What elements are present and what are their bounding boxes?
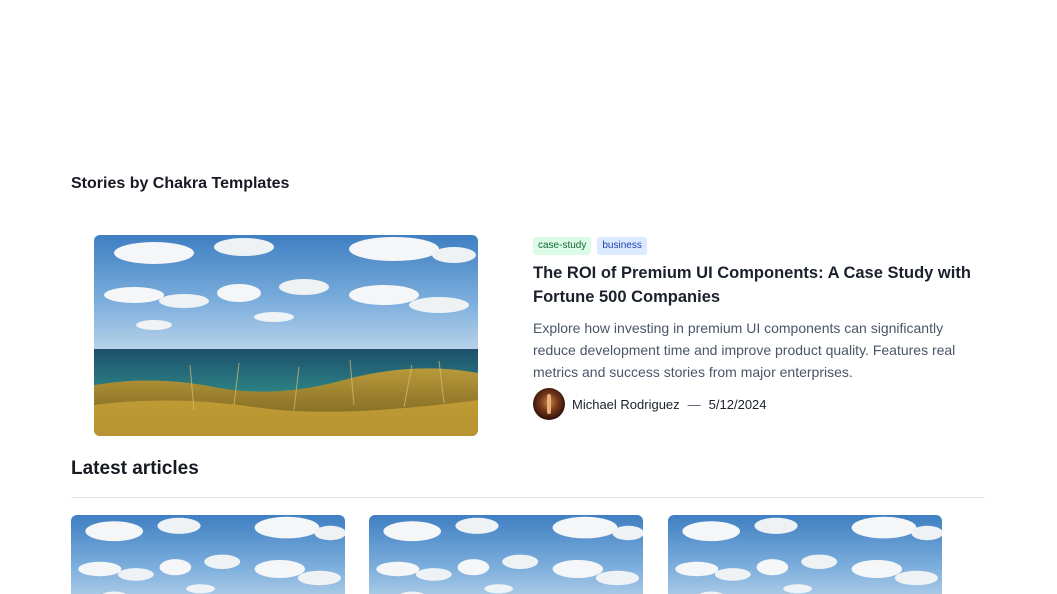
tag-case-study[interactable]: case-study xyxy=(533,237,592,255)
tag-business[interactable]: business xyxy=(597,237,647,255)
latest-articles-heading: Latest articles xyxy=(71,458,199,479)
author-name: Michael Rodriguez xyxy=(572,396,680,412)
featured-article-image[interactable] xyxy=(94,235,478,436)
stories-page: Stories by Chakra Templates case-study b… xyxy=(0,0,1057,594)
featured-article-title[interactable]: The ROI of Premium UI Components: A Case… xyxy=(533,261,973,309)
publish-date: 5/12/2024 xyxy=(708,396,767,412)
meta-separator: — xyxy=(687,396,701,412)
article-card-image[interactable] xyxy=(668,515,942,594)
article-card-image[interactable] xyxy=(71,515,345,594)
author-avatar xyxy=(533,388,565,420)
stories-heading: Stories by Chakra Templates xyxy=(71,175,290,192)
tag-list: case-study business xyxy=(533,237,993,255)
article-meta: Michael Rodriguez — 5/12/2024 xyxy=(533,388,993,420)
featured-article: case-study business The ROI of Premium U… xyxy=(533,237,993,420)
featured-article-excerpt: Explore how investing in premium UI comp… xyxy=(533,320,956,380)
section-divider xyxy=(71,497,985,498)
article-card-image[interactable] xyxy=(369,515,643,594)
